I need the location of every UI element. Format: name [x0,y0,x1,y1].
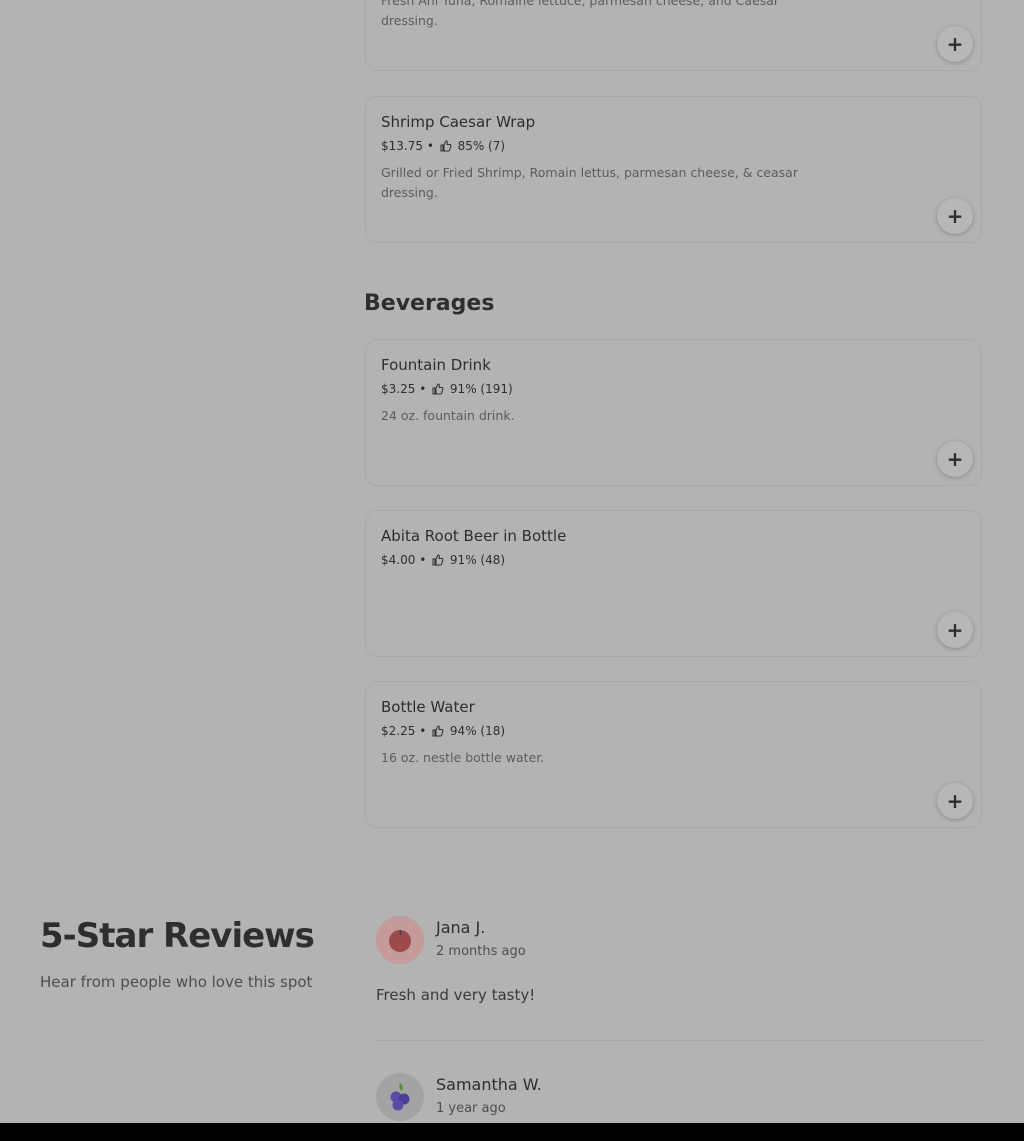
menu-item-meta: $4.00 • 91% (48) [381,553,505,567]
menu-item-card[interactable]: Fresh Ahi Tuna, Romaine lettuce, parmesa… [365,0,982,71]
cherry-icon [389,929,411,952]
menu-item-rating: 91% (48) [449,553,506,567]
separator: • [419,382,427,396]
menu-item-price: $4.00 [381,553,416,567]
separator: • [419,724,427,738]
menu-item-meta: $13.75 • 85% (7) [381,139,505,153]
menu-item-price: $13.75 [381,139,423,153]
thumbs-up-icon [440,140,452,152]
menu-item-card[interactable]: Abita Root Beer in Bottle $4.00 • 91% (4… [365,510,982,657]
add-item-button[interactable]: + [937,198,973,234]
separator: • [426,139,434,153]
thumbs-up-icon [432,383,444,395]
menu-item-rating: 85% (7) [457,139,506,153]
menu-item-price: $2.25 [381,724,416,738]
plus-icon: + [946,789,964,813]
add-item-button[interactable]: + [937,441,973,477]
review-time: 2 months ago [436,944,526,959]
blueberry-icon [390,1083,410,1111]
plus-icon: + [946,618,964,642]
review-text: Fresh and very tasty! [376,986,536,1004]
menu-item-description: Grilled or Fried Shrimp, Romain lettus, … [381,165,798,200]
plus-icon: + [946,32,964,56]
menu-item-meta: $3.25 • 91% (191) [381,382,513,396]
menu-item-name: Shrimp Caesar Wrap [381,113,536,131]
menu-item-card[interactable]: Fountain Drink $3.25 • 91% (191) 24 oz. … [365,339,982,486]
reviews-title: 5-Star Reviews [40,916,315,956]
review-time: 1 year ago [436,1101,506,1116]
separator: • [419,553,427,567]
avatar [376,1073,424,1121]
reviewer-name: Samantha W. [436,1075,542,1094]
add-item-button[interactable]: + [937,612,973,648]
menu-item-price: $3.25 [381,382,416,396]
menu-item-description: 24 oz. fountain drink. [381,408,515,423]
menu-item-description: 16 oz. nestle bottle water. [381,750,545,765]
reviews-subtitle: Hear from people who love this spot [40,973,313,991]
menu-item-name: Abita Root Beer in Bottle [381,527,567,545]
menu-item-name: Bottle Water [381,698,475,716]
menu-item-rating: 94% (18) [449,724,506,738]
menu-item-card[interactable]: Bottle Water $2.25 • 94% (18) 16 oz. nes… [365,681,982,828]
menu-item-rating: 91% (191) [449,382,513,396]
plus-icon: + [946,204,964,228]
reviewer-name: Jana J. [436,918,486,937]
add-item-button[interactable]: + [937,783,973,819]
thumbs-up-icon [432,554,444,566]
menu-item-name: Fountain Drink [381,356,491,374]
add-item-button[interactable]: + [937,26,973,62]
menu-item-description: Fresh Ahi Tuna, Romaine lettuce, parmesa… [381,0,780,28]
bottom-bar [0,1123,1024,1141]
thumbs-up-icon [432,725,444,737]
divider [376,1040,984,1041]
plus-icon: + [946,447,964,471]
section-title-beverages: Beverages [364,291,495,316]
menu-item-meta: $2.25 • 94% (18) [381,724,505,738]
avatar [376,916,424,964]
menu-item-card[interactable]: Shrimp Caesar Wrap $13.75 • 85% (7) Gril… [365,96,982,243]
